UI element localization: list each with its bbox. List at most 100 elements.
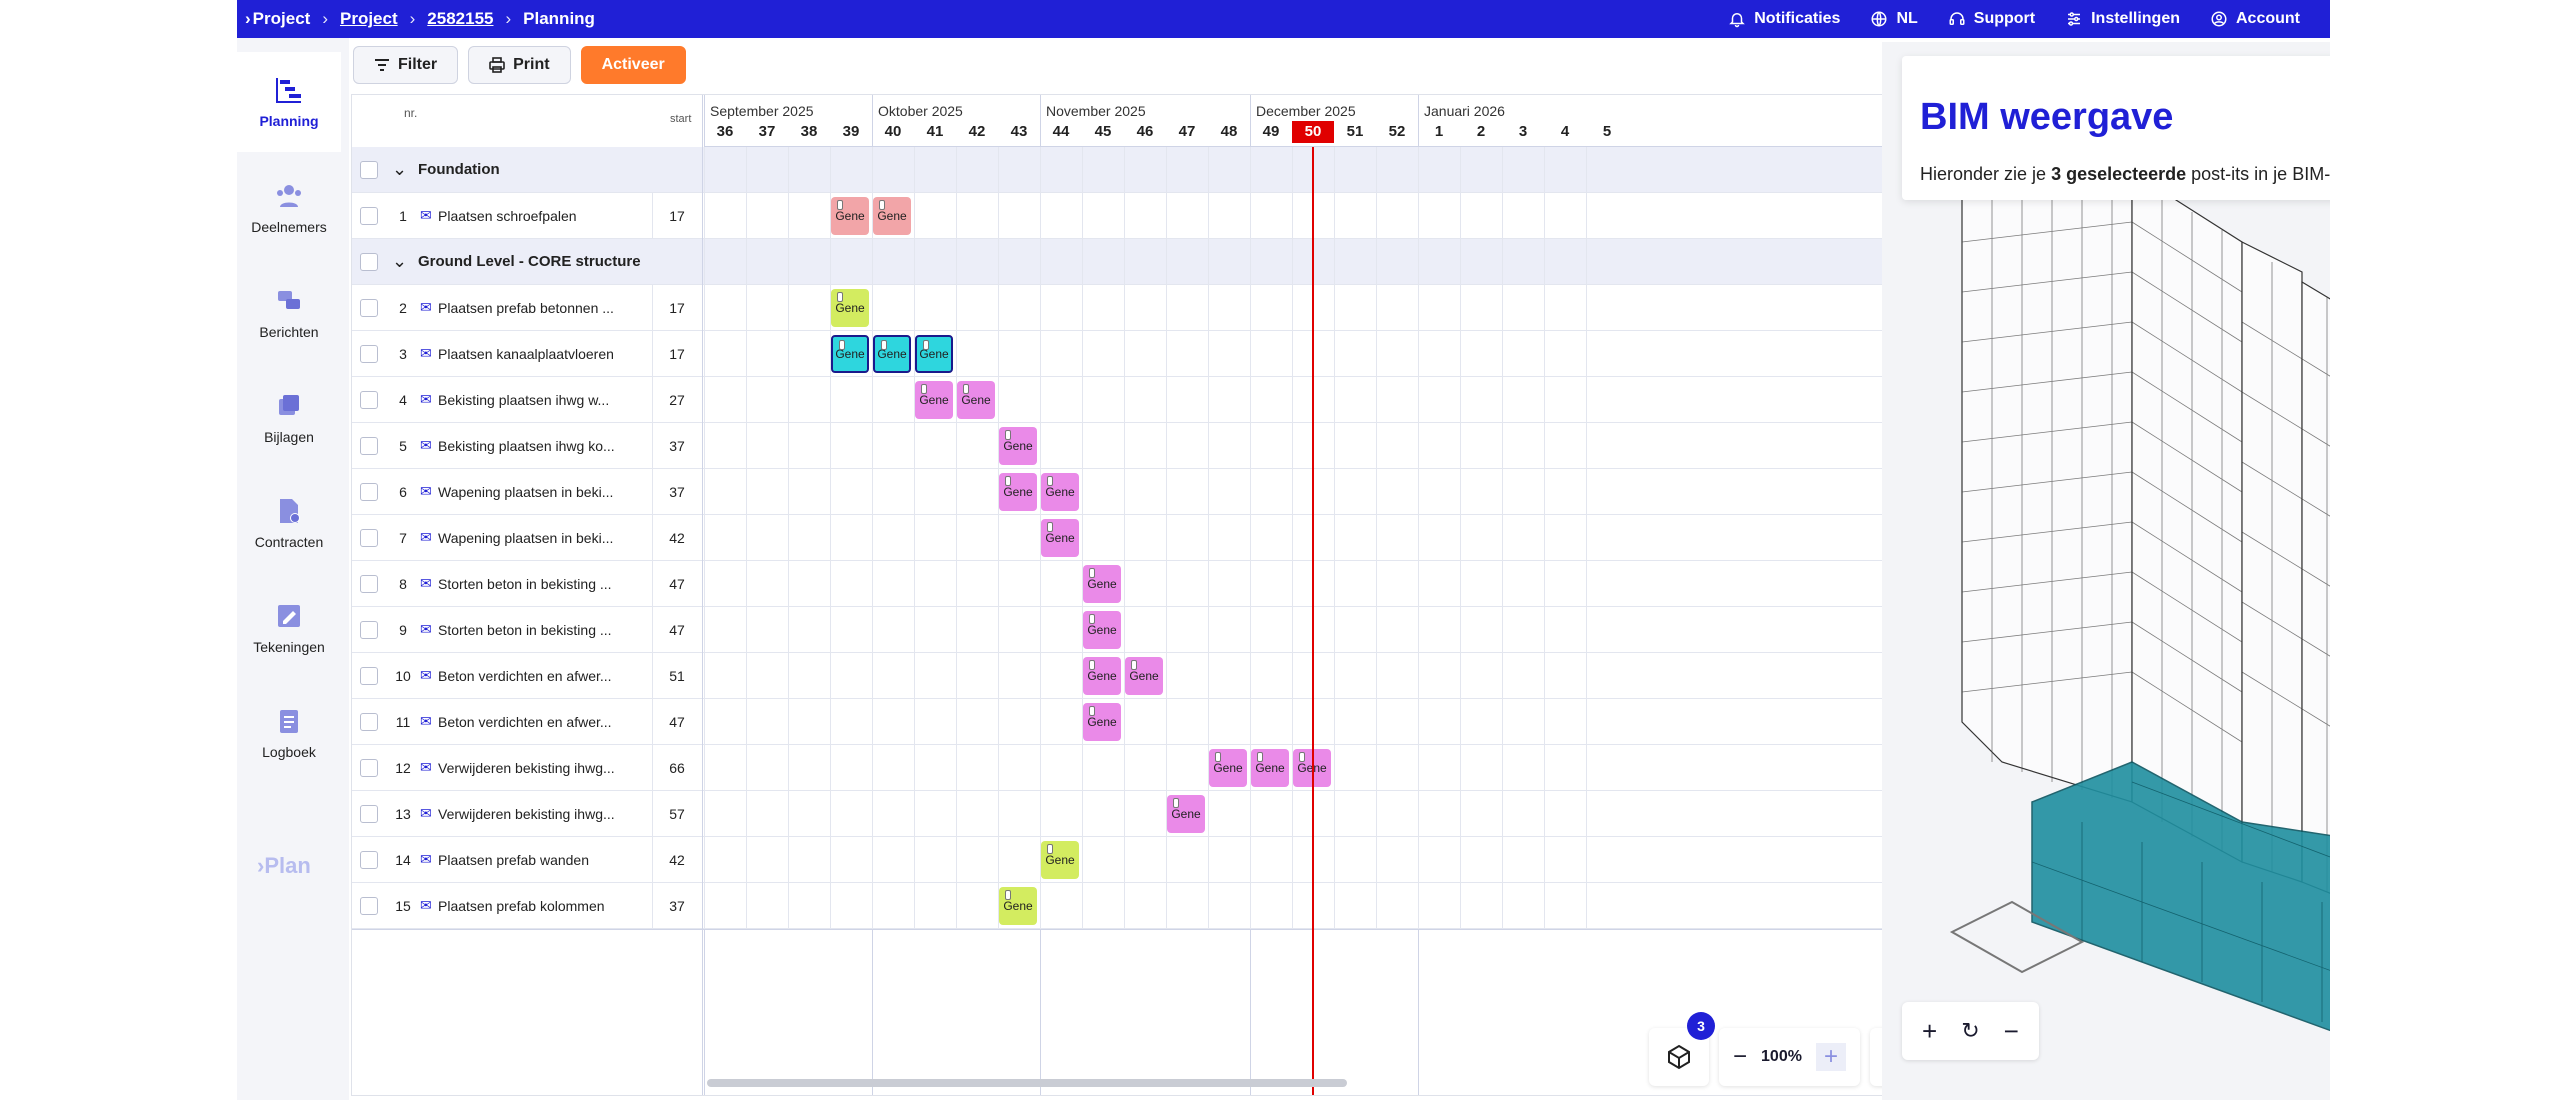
zoom-out-button[interactable]: − bbox=[1733, 1043, 1747, 1071]
checkbox[interactable] bbox=[360, 206, 378, 225]
task-name[interactable]: Storten beton in bekisting ... bbox=[438, 607, 612, 652]
row-checkbox[interactable] bbox=[360, 377, 378, 422]
activate-button[interactable]: Activeer bbox=[580, 46, 686, 84]
mail-icon[interactable]: ✉ bbox=[420, 469, 432, 514]
mail-icon[interactable]: ✉ bbox=[420, 607, 432, 652]
mail-icon[interactable]: ✉ bbox=[420, 837, 432, 882]
checkbox[interactable] bbox=[360, 528, 378, 547]
checkbox[interactable] bbox=[360, 482, 378, 501]
breadcrumb-project-id[interactable]: 2582155 bbox=[427, 9, 493, 29]
task-name[interactable]: Bekisting plaatsen ihwg w... bbox=[438, 377, 609, 422]
row-checkbox[interactable] bbox=[360, 607, 378, 652]
post-it-bar[interactable]: Gene bbox=[1083, 657, 1121, 695]
checkbox[interactable] bbox=[360, 804, 378, 823]
sidebar-item-deelnemers[interactable]: Deelnemers bbox=[237, 158, 341, 258]
mail-icon[interactable]: ✉ bbox=[420, 561, 432, 606]
mail-icon[interactable]: ✉ bbox=[420, 285, 432, 330]
breadcrumb-project[interactable]: Project bbox=[340, 9, 398, 29]
checkbox[interactable] bbox=[360, 160, 378, 179]
bim-toggle-button[interactable]: 3 bbox=[1649, 1012, 1715, 1086]
row-checkbox[interactable] bbox=[360, 561, 378, 606]
task-name[interactable]: Plaatsen schroefpalen bbox=[438, 193, 577, 238]
task-name[interactable]: Verwijderen bekisting ihwg... bbox=[438, 791, 615, 836]
checkbox[interactable] bbox=[360, 666, 378, 685]
mail-icon[interactable]: ✉ bbox=[420, 515, 432, 560]
post-it-bar[interactable]: Gene bbox=[1167, 795, 1205, 833]
horizontal-scrollbar[interactable] bbox=[707, 1079, 1347, 1087]
sidebar-item-bijlagen[interactable]: Bijlagen bbox=[237, 368, 341, 468]
post-it-bar[interactable]: Gene bbox=[957, 381, 995, 419]
mail-icon[interactable]: ✉ bbox=[420, 791, 432, 836]
checkbox[interactable] bbox=[360, 436, 378, 455]
nav-language[interactable]: NL bbox=[1870, 10, 1918, 28]
brand-logo[interactable]: › Project bbox=[245, 9, 310, 29]
filter-button[interactable]: Filter bbox=[353, 46, 459, 84]
row-checkbox[interactable] bbox=[360, 883, 378, 928]
task-name[interactable]: Beton verdichten en afwer... bbox=[438, 653, 612, 698]
checkbox[interactable] bbox=[360, 896, 378, 915]
checkbox[interactable] bbox=[360, 390, 378, 409]
sidebar-item-planning[interactable]: Planning bbox=[237, 52, 341, 152]
mail-icon[interactable]: ✉ bbox=[420, 745, 432, 790]
task-name[interactable]: Bekisting plaatsen ihwg ko... bbox=[438, 423, 615, 468]
post-it-bar[interactable]: Gene bbox=[1083, 703, 1121, 741]
mail-icon[interactable]: ✉ bbox=[420, 423, 432, 468]
row-checkbox[interactable] bbox=[360, 285, 378, 330]
post-it-bar[interactable]: Gene bbox=[1041, 473, 1079, 511]
task-name[interactable]: Wapening plaatsen in beki... bbox=[438, 469, 613, 514]
sidebar-item-logboek[interactable]: Logboek bbox=[237, 683, 341, 783]
post-it-bar[interactable]: Gene bbox=[999, 427, 1037, 465]
post-it-bar[interactable]: Gene bbox=[999, 473, 1037, 511]
task-name[interactable]: Plaatsen kanaalplaatvloeren bbox=[438, 331, 614, 376]
post-it-bar[interactable]: Gene bbox=[915, 381, 953, 419]
task-name[interactable]: Wapening plaatsen in beki... bbox=[438, 515, 613, 560]
task-name[interactable]: Beton verdichten en afwer... bbox=[438, 699, 612, 744]
bim-zoom-in-button[interactable]: + bbox=[1922, 1016, 1937, 1047]
row-checkbox[interactable] bbox=[360, 423, 378, 468]
nav-notifications[interactable]: Notificaties bbox=[1728, 10, 1840, 28]
row-checkbox[interactable] bbox=[360, 791, 378, 836]
post-it-bar[interactable]: Gene bbox=[1083, 565, 1121, 603]
mail-icon[interactable]: ✉ bbox=[420, 193, 432, 238]
collapse-chevron-icon[interactable]: ⌄ bbox=[392, 239, 407, 284]
bim-reset-view-button[interactable]: ↻ bbox=[1961, 1018, 1979, 1044]
mail-icon[interactable]: ✉ bbox=[420, 377, 432, 422]
task-name[interactable]: Plaatsen prefab betonnen ... bbox=[438, 285, 614, 330]
row-checkbox[interactable] bbox=[360, 469, 378, 514]
nav-settings[interactable]: Instellingen bbox=[2065, 10, 2180, 28]
post-it-bar[interactable]: Gene bbox=[1041, 519, 1079, 557]
post-it-bar[interactable]: Gene bbox=[1251, 749, 1289, 787]
mail-icon[interactable]: ✉ bbox=[420, 883, 432, 928]
post-it-bar[interactable]: Gene bbox=[831, 289, 869, 327]
row-checkbox[interactable] bbox=[360, 515, 378, 560]
post-it-bar[interactable]: Gene bbox=[1083, 611, 1121, 649]
post-it-bar[interactable]: Gene bbox=[1041, 841, 1079, 879]
collapse-chevron-icon[interactable]: ⌄ bbox=[392, 147, 407, 192]
post-it-bar[interactable]: Gene bbox=[999, 887, 1037, 925]
post-it-bar[interactable]: Gene bbox=[1209, 749, 1247, 787]
checkbox[interactable] bbox=[360, 758, 378, 777]
checkbox[interactable] bbox=[360, 712, 378, 731]
row-checkbox[interactable] bbox=[360, 239, 378, 284]
checkbox[interactable] bbox=[360, 620, 378, 639]
row-checkbox[interactable] bbox=[360, 331, 378, 376]
mail-icon[interactable]: ✉ bbox=[420, 331, 432, 376]
post-it-bar[interactable]: Gene bbox=[831, 197, 869, 235]
task-name[interactable]: Verwijderen bekisting ihwg... bbox=[438, 745, 615, 790]
print-button[interactable]: Print bbox=[468, 46, 571, 84]
checkbox[interactable] bbox=[360, 850, 378, 869]
bim-building-model[interactable] bbox=[1882, 162, 2330, 1062]
task-name[interactable]: Plaatsen prefab kolommen bbox=[438, 883, 605, 928]
task-name[interactable]: Storten beton in bekisting ... bbox=[438, 561, 612, 606]
post-it-bar[interactable]: Gene bbox=[873, 197, 911, 235]
zoom-in-button[interactable]: + bbox=[1815, 1043, 1846, 1071]
task-name[interactable]: Plaatsen prefab wanden bbox=[438, 837, 589, 882]
checkbox[interactable] bbox=[360, 298, 378, 317]
row-checkbox[interactable] bbox=[360, 147, 378, 192]
post-it-bar[interactable]: Gene bbox=[915, 335, 953, 373]
post-it-bar[interactable]: Gene bbox=[1125, 657, 1163, 695]
sidebar-item-berichten[interactable]: Berichten bbox=[237, 263, 341, 363]
row-checkbox[interactable] bbox=[360, 837, 378, 882]
sidebar-item-contracten[interactable]: Contracten bbox=[237, 473, 341, 573]
post-it-bar[interactable]: Gene bbox=[873, 335, 911, 373]
